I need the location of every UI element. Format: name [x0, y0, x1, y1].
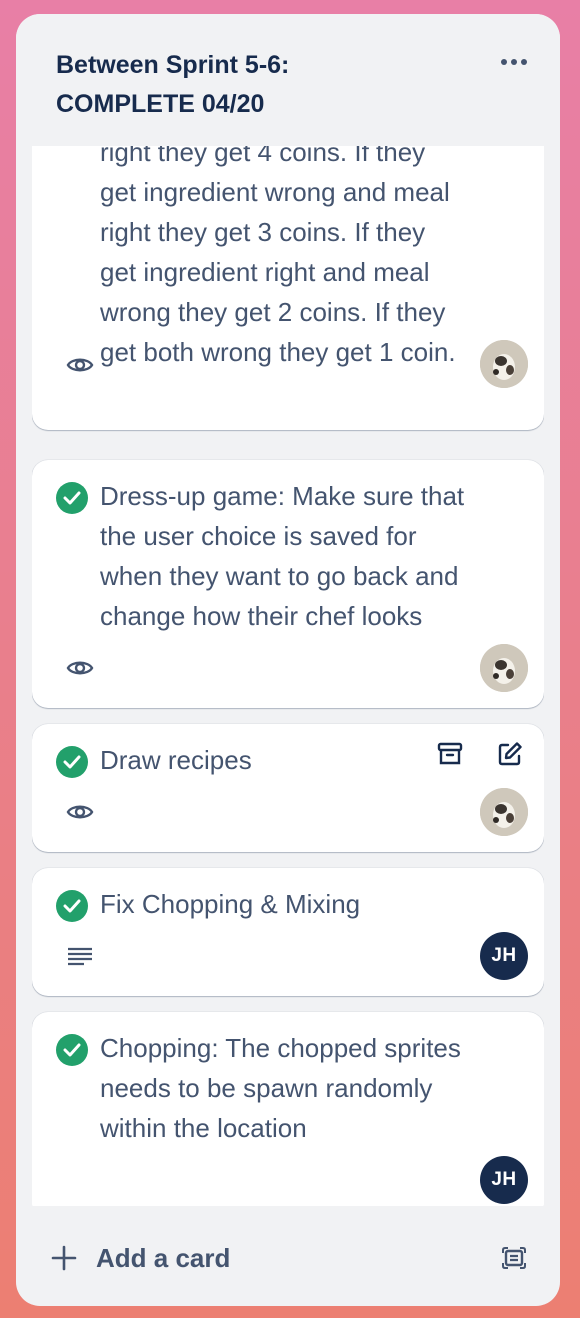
member-avatar[interactable] — [480, 340, 528, 388]
card[interactable]: Draw recipes — [32, 724, 544, 852]
add-card-button[interactable]: Add a card — [34, 1232, 454, 1284]
complete-check[interactable] — [56, 890, 88, 922]
card[interactable]: Chopping: The chopped sprites needs to b… — [32, 1012, 544, 1206]
card-title: Draw recipes — [100, 745, 252, 775]
card[interactable]: right they get 4 coins. If they get ingr… — [32, 146, 544, 430]
check-icon — [63, 1043, 81, 1057]
list-actions-button[interactable] — [496, 48, 532, 76]
plus-icon — [34, 1245, 94, 1271]
list-title[interactable]: Between Sprint 5-6: COMPLETE 04/20 — [56, 46, 456, 124]
list-header: Between Sprint 5-6: COMPLETE 04/20 — [16, 14, 560, 146]
add-card-label: Add a card — [96, 1242, 231, 1273]
eye-icon — [66, 661, 94, 675]
watching-badge — [64, 349, 96, 381]
eye-icon — [66, 358, 94, 372]
member-avatar[interactable] — [480, 788, 528, 836]
edit-card-button[interactable] — [492, 736, 528, 772]
complete-check[interactable] — [56, 482, 88, 514]
archive-icon — [437, 742, 463, 765]
watching-badge — [64, 796, 96, 828]
member-avatar[interactable]: JH — [480, 932, 528, 980]
archive-button[interactable] — [432, 736, 468, 772]
create-from-template-button[interactable] — [496, 1240, 532, 1276]
template-icon — [502, 1247, 526, 1269]
card[interactable]: Dress-up game: Make sure that the user c… — [32, 460, 544, 708]
card-title: Dress-up game: Make sure that the user c… — [100, 481, 465, 631]
edit-icon — [498, 742, 522, 766]
complete-check[interactable] — [56, 1034, 88, 1066]
more-horizontal-icon — [501, 59, 527, 65]
check-icon — [63, 755, 81, 769]
member-avatar[interactable]: JH — [480, 1156, 528, 1204]
list-footer: Add a card — [16, 1224, 560, 1294]
description-icon — [68, 947, 92, 966]
watching-badge — [64, 652, 96, 684]
card-title: Chopping: The chopped sprites needs to b… — [100, 1033, 461, 1143]
description-badge — [64, 940, 96, 972]
check-icon — [63, 899, 81, 913]
card[interactable]: Fix Chopping & Mixing JH — [32, 868, 544, 996]
card-title: right they get 4 coins. If they get ingr… — [100, 146, 456, 367]
avatar-photo — [480, 340, 528, 388]
check-icon — [63, 491, 81, 505]
avatar-photo — [480, 644, 528, 692]
complete-check[interactable] — [56, 746, 88, 778]
card-title: Fix Chopping & Mixing — [100, 889, 361, 919]
board-list: Between Sprint 5-6: COMPLETE 04/20 right… — [16, 14, 560, 1306]
eye-icon — [66, 805, 94, 819]
cards-container: right they get 4 coins. If they get ingr… — [32, 146, 544, 1206]
member-avatar[interactable] — [480, 644, 528, 692]
avatar-photo — [480, 788, 528, 836]
